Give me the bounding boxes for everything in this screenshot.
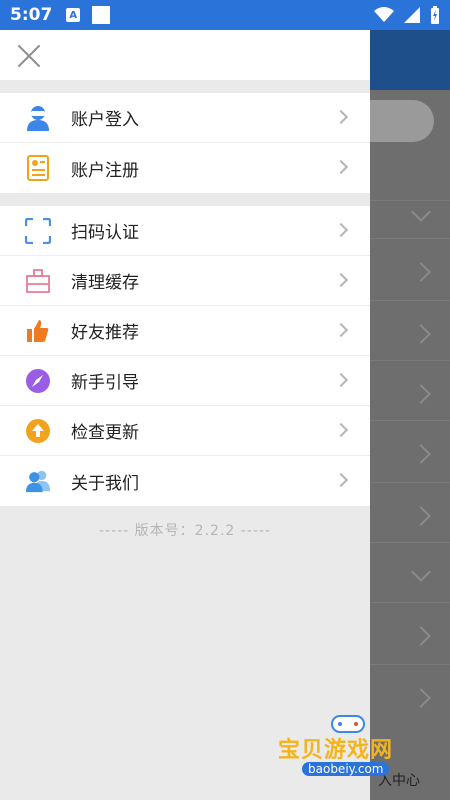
watermark-url: baobeiy.com (302, 762, 390, 776)
background-row (368, 238, 450, 282)
status-time: 5:07 (10, 5, 53, 25)
chevron-right-icon (411, 444, 431, 464)
menu-item-guide[interactable]: 新手引导 (0, 356, 370, 406)
chevron-right-icon (411, 384, 431, 404)
chevron-right-icon (333, 222, 349, 238)
chevron-right-icon (411, 688, 431, 708)
background-row (368, 602, 450, 646)
menu-item-label: 账户登入 (71, 110, 139, 130)
chevron-down-icon (411, 202, 431, 222)
menu-item-label: 好友推荐 (71, 323, 139, 343)
chevron-right-icon (333, 109, 349, 125)
chevron-right-icon (411, 506, 431, 526)
close-icon[interactable] (16, 43, 42, 69)
section-divider (0, 193, 370, 206)
clear-cache-icon (25, 268, 51, 294)
app-notification-icon: A (66, 8, 81, 22)
side-drawer: 账户登入 账户注册 扫码认证 清理缓存 好友推荐 新手引导 检查更新 关于我们 … (0, 30, 370, 800)
chevron-right-icon (333, 159, 349, 175)
background-row (368, 664, 450, 708)
menu-item-login[interactable]: 账户登入 (0, 93, 370, 143)
status-bar: 5:07 A (0, 0, 450, 30)
thumbs-up-icon (25, 318, 51, 344)
chevron-right-icon (411, 262, 431, 282)
notification-square-icon (92, 6, 111, 24)
about-us-users-icon (25, 468, 51, 494)
account-group: 账户登入 账户注册 (0, 93, 370, 193)
wifi-icon (374, 7, 394, 22)
chevron-right-icon (333, 472, 349, 488)
menu-item-register[interactable]: 账户注册 (0, 143, 370, 193)
menu-item-label: 检查更新 (71, 423, 139, 443)
version-text: ----- 版本号：2.2.2 ----- (98, 523, 272, 539)
section-divider (0, 80, 370, 93)
background-row (368, 200, 450, 222)
register-card-icon (25, 155, 51, 181)
chevron-right-icon (411, 324, 431, 344)
watermark-logo: 宝贝游戏网 baobeiy.com (270, 715, 440, 800)
chevron-right-icon (411, 626, 431, 646)
background-row (368, 482, 450, 526)
menu-item-clear-cache[interactable]: 清理缓存 (0, 256, 370, 306)
menu-item-label: 关于我们 (71, 473, 139, 494)
drawer-header (0, 30, 370, 80)
compass-icon (25, 368, 51, 394)
menu-item-scan[interactable]: 扫码认证 (0, 206, 370, 256)
signal-icon (404, 7, 420, 23)
update-arrow-icon (25, 418, 51, 444)
chevron-right-icon (333, 422, 349, 438)
tools-group: 扫码认证 清理缓存 好友推荐 新手引导 检查更新 关于我们 (0, 206, 370, 506)
watermark-title: 宝贝游戏网 (278, 738, 394, 763)
user-icon (25, 105, 51, 131)
chevron-right-icon (333, 372, 349, 388)
chevron-right-icon (333, 272, 349, 288)
chevron-down-icon (411, 562, 431, 582)
background-search-bar (368, 100, 434, 142)
menu-item-label: 新手引导 (71, 373, 139, 393)
menu-item-recommend[interactable]: 好友推荐 (0, 306, 370, 356)
menu-item-label: 清理缓存 (71, 273, 139, 293)
chevron-right-icon (333, 322, 349, 338)
background-row (368, 542, 450, 582)
battery-icon (431, 6, 439, 24)
menu-item-check-update[interactable]: 检查更新 (0, 406, 370, 456)
scan-icon (25, 217, 51, 244)
background-row (368, 300, 450, 344)
background-row (368, 420, 450, 464)
menu-item-label: 账户注册 (71, 160, 139, 181)
menu-item-label: 扫码认证 (71, 223, 139, 243)
background-page: 入中心 (368, 30, 450, 800)
background-row (368, 360, 450, 404)
background-header (368, 30, 450, 90)
menu-item-about[interactable]: 关于我们 (0, 456, 370, 506)
